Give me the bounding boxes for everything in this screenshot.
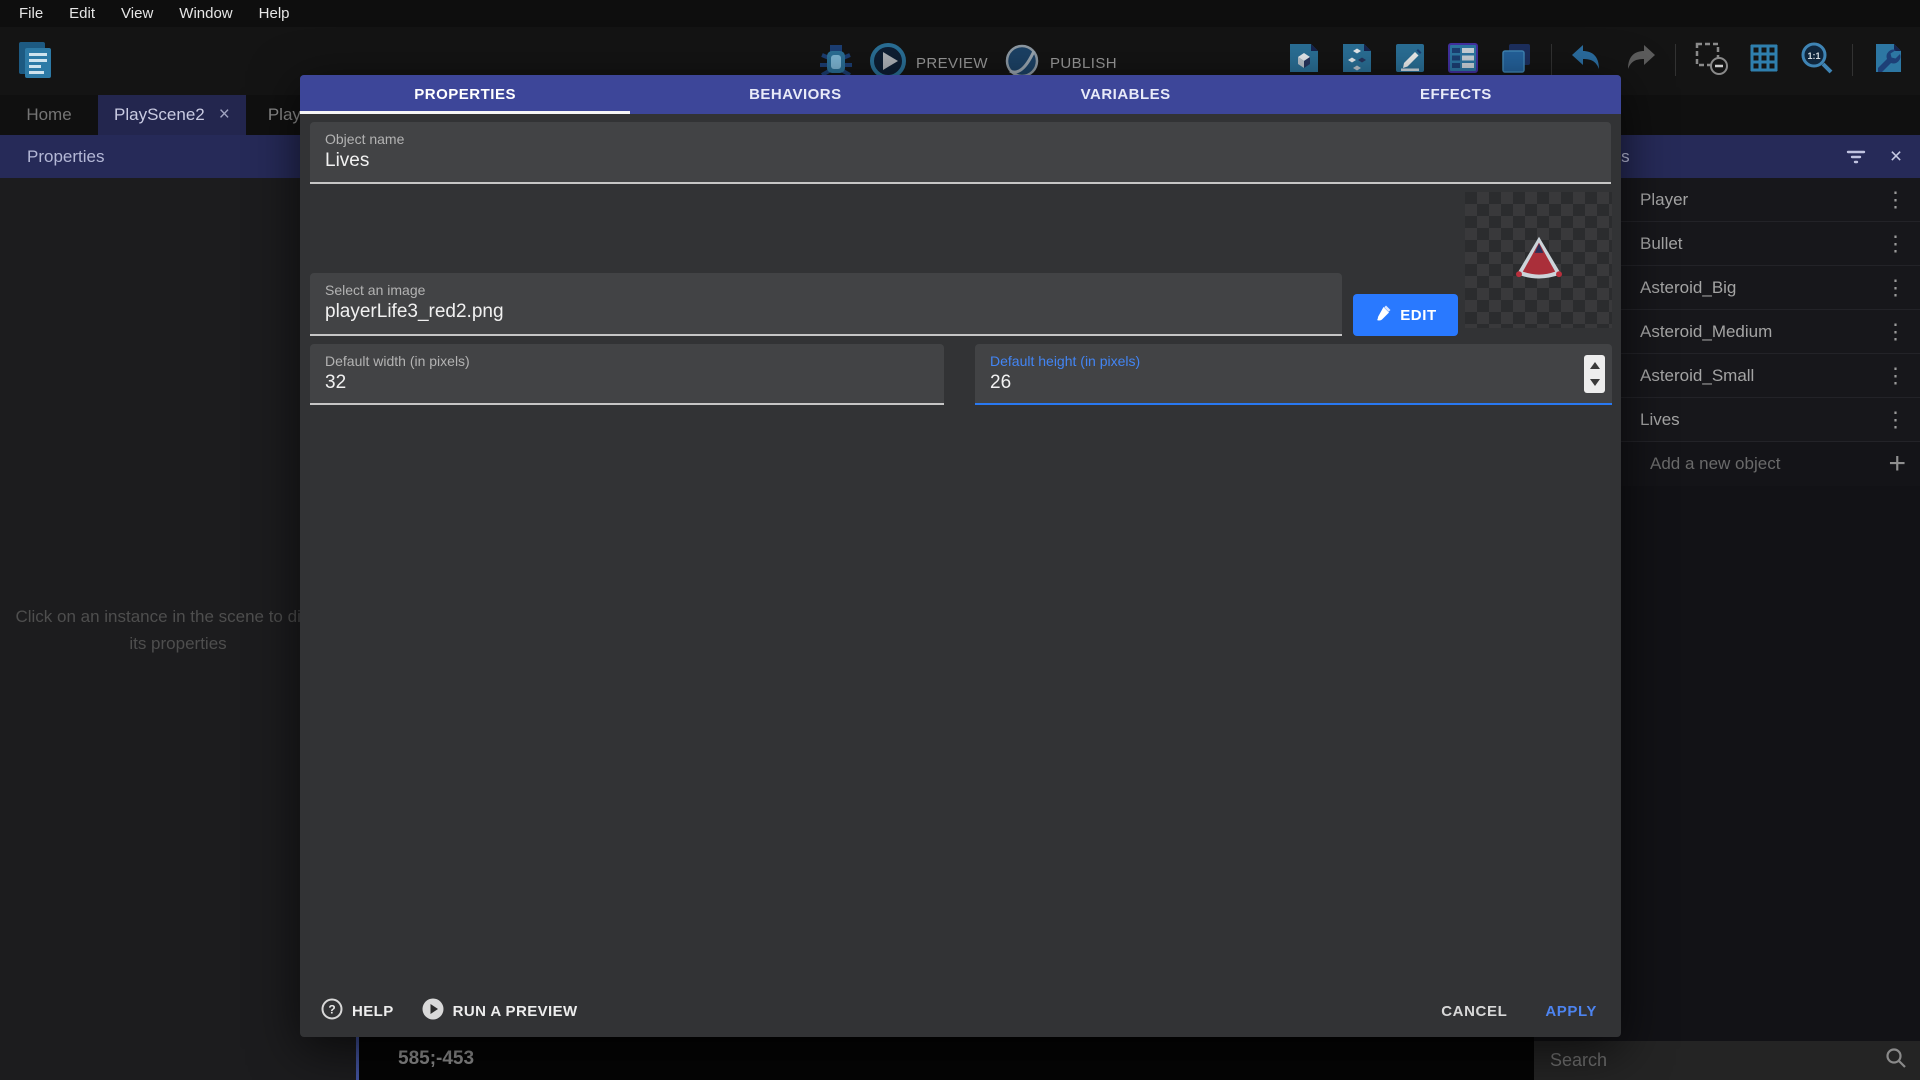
toolbar-right: 1:1 [1286, 42, 1906, 78]
dialog-tab-effects[interactable]: EFFECTS [1291, 75, 1621, 114]
zoom-1-1-icon: 1:1 [1800, 41, 1834, 80]
objects-panel-close-icon[interactable]: × [1884, 145, 1908, 169]
default-height-field[interactable]: Default height (in pixels) 26 [975, 344, 1612, 405]
properties-panel-title: Properties [27, 147, 104, 167]
objects-search-bar [1534, 1041, 1920, 1080]
tab-close-icon[interactable]: × [219, 104, 230, 126]
object-menu-icon[interactable]: ⋮ [1885, 187, 1906, 212]
brush-icon [1374, 305, 1391, 326]
instances-cubes-icon [1340, 41, 1374, 80]
default-height-value: 26 [990, 372, 1011, 394]
project-manager-icon [12, 71, 58, 86]
cancel-button[interactable]: CANCEL [1441, 1003, 1507, 1020]
menu-view[interactable]: View [110, 0, 164, 27]
image-select-field[interactable]: Select an image playerLife3_red2.png [310, 273, 1342, 336]
menu-help[interactable]: Help [248, 0, 301, 27]
plus-icon: + [1888, 447, 1906, 481]
default-width-value: 32 [325, 372, 346, 394]
edit-button-label: EDIT [1400, 307, 1437, 324]
preview-label: PREVIEW [916, 55, 988, 72]
image-select-label: Select an image [325, 282, 425, 298]
layers-button[interactable] [1498, 42, 1534, 78]
zoom-original-button[interactable]: 1:1 [1799, 42, 1835, 78]
project-manager-button[interactable] [12, 37, 58, 83]
grid-icon [1747, 41, 1781, 80]
undo-arrow-icon [1569, 43, 1605, 78]
menu-bar: File Edit View Window Help [0, 0, 1920, 27]
dialog-tab-properties[interactable]: PROPERTIES [300, 75, 630, 114]
events-editor-button[interactable] [1445, 42, 1481, 78]
svg-text:1:1: 1:1 [1807, 51, 1820, 61]
publish-label: PUBLISH [1050, 55, 1117, 72]
edit-image-button[interactable]: EDIT [1353, 294, 1458, 336]
menu-window[interactable]: Window [168, 0, 243, 27]
instances-list-button[interactable] [1339, 42, 1375, 78]
tab-playscene2[interactable]: PlayScene2 × [98, 95, 246, 135]
object-properties-dialog: PROPERTIES BEHAVIORS VARIABLES EFFECTS O… [300, 75, 1621, 1037]
menu-file[interactable]: File [8, 0, 54, 27]
toolbar-separator [1852, 44, 1853, 76]
pencil-icon [1393, 41, 1427, 80]
dialog-confirm-actions: CANCEL APPLY [1441, 1003, 1597, 1020]
dialog-actions: ? HELP RUN A PREVIEW CANCEL APPLY [300, 989, 1621, 1037]
dialog-tab-bar: PROPERTIES BEHAVIORS VARIABLES EFFECTS [300, 75, 1621, 114]
run-preview-button[interactable]: RUN A PREVIEW [422, 998, 578, 1025]
toolbar-separator [1551, 44, 1552, 76]
object-name-label: Object name [325, 131, 404, 147]
help-icon: ? [321, 998, 343, 1025]
default-height-label: Default height (in pixels) [990, 353, 1140, 369]
sprite-preview[interactable] [1465, 192, 1612, 328]
objects-search-input[interactable] [1534, 1050, 1884, 1071]
layers-icon [1499, 41, 1533, 80]
default-width-label: Default width (in pixels) [325, 353, 470, 369]
stepper-down-icon[interactable] [1590, 379, 1600, 386]
play-circle-icon [422, 998, 444, 1025]
edit-scene-button[interactable] [1392, 42, 1428, 78]
filter-icon[interactable] [1844, 145, 1868, 169]
help-button[interactable]: ? HELP [321, 998, 394, 1025]
selection-mask-icon [1694, 41, 1728, 80]
object-name-field[interactable]: Object name Lives [310, 122, 1611, 184]
object-cube-icon [1287, 41, 1321, 80]
object-menu-icon[interactable]: ⋮ [1885, 275, 1906, 300]
search-icon[interactable] [1884, 1046, 1908, 1075]
height-stepper[interactable] [1584, 355, 1605, 393]
redo-button[interactable] [1622, 42, 1658, 78]
stepper-up-icon[interactable] [1590, 362, 1600, 369]
ship-sprite-icon [1514, 235, 1564, 286]
object-menu-icon[interactable]: ⋮ [1885, 231, 1906, 256]
object-menu-icon[interactable]: ⋮ [1885, 319, 1906, 344]
object-menu-icon[interactable]: ⋮ [1885, 363, 1906, 388]
cursor-coordinates: 585;-453 [398, 1048, 474, 1070]
tab-home[interactable]: Home [0, 95, 98, 135]
grid-toggle-button[interactable] [1746, 42, 1782, 78]
default-width-field[interactable]: Default width (in pixels) 32 [310, 344, 944, 405]
gdevelop-app: File Edit View Window Help [0, 0, 1920, 1080]
redo-arrow-icon [1622, 43, 1658, 78]
toolbar-separator [1675, 44, 1676, 76]
dialog-tab-variables[interactable]: VARIABLES [961, 75, 1291, 114]
object-menu-icon[interactable]: ⋮ [1885, 407, 1906, 432]
mask-toggle-button[interactable] [1693, 42, 1729, 78]
image-select-value: playerLife3_red2.png [325, 301, 504, 323]
object-name-value: Lives [325, 150, 369, 172]
svg-text:?: ? [328, 1002, 335, 1016]
events-list-icon [1446, 41, 1480, 80]
dialog-tab-behaviors[interactable]: BEHAVIORS [630, 75, 960, 114]
objects-editor-button[interactable] [1286, 42, 1322, 78]
run-preview-label: RUN A PREVIEW [453, 1003, 578, 1020]
active-tab-indicator [300, 111, 630, 114]
apply-button[interactable]: APPLY [1545, 1003, 1597, 1020]
wrench-icon [1871, 41, 1905, 80]
menu-edit[interactable]: Edit [58, 0, 106, 27]
scene-properties-button[interactable] [1870, 42, 1906, 78]
help-label: HELP [352, 1003, 394, 1020]
undo-button[interactable] [1569, 42, 1605, 78]
